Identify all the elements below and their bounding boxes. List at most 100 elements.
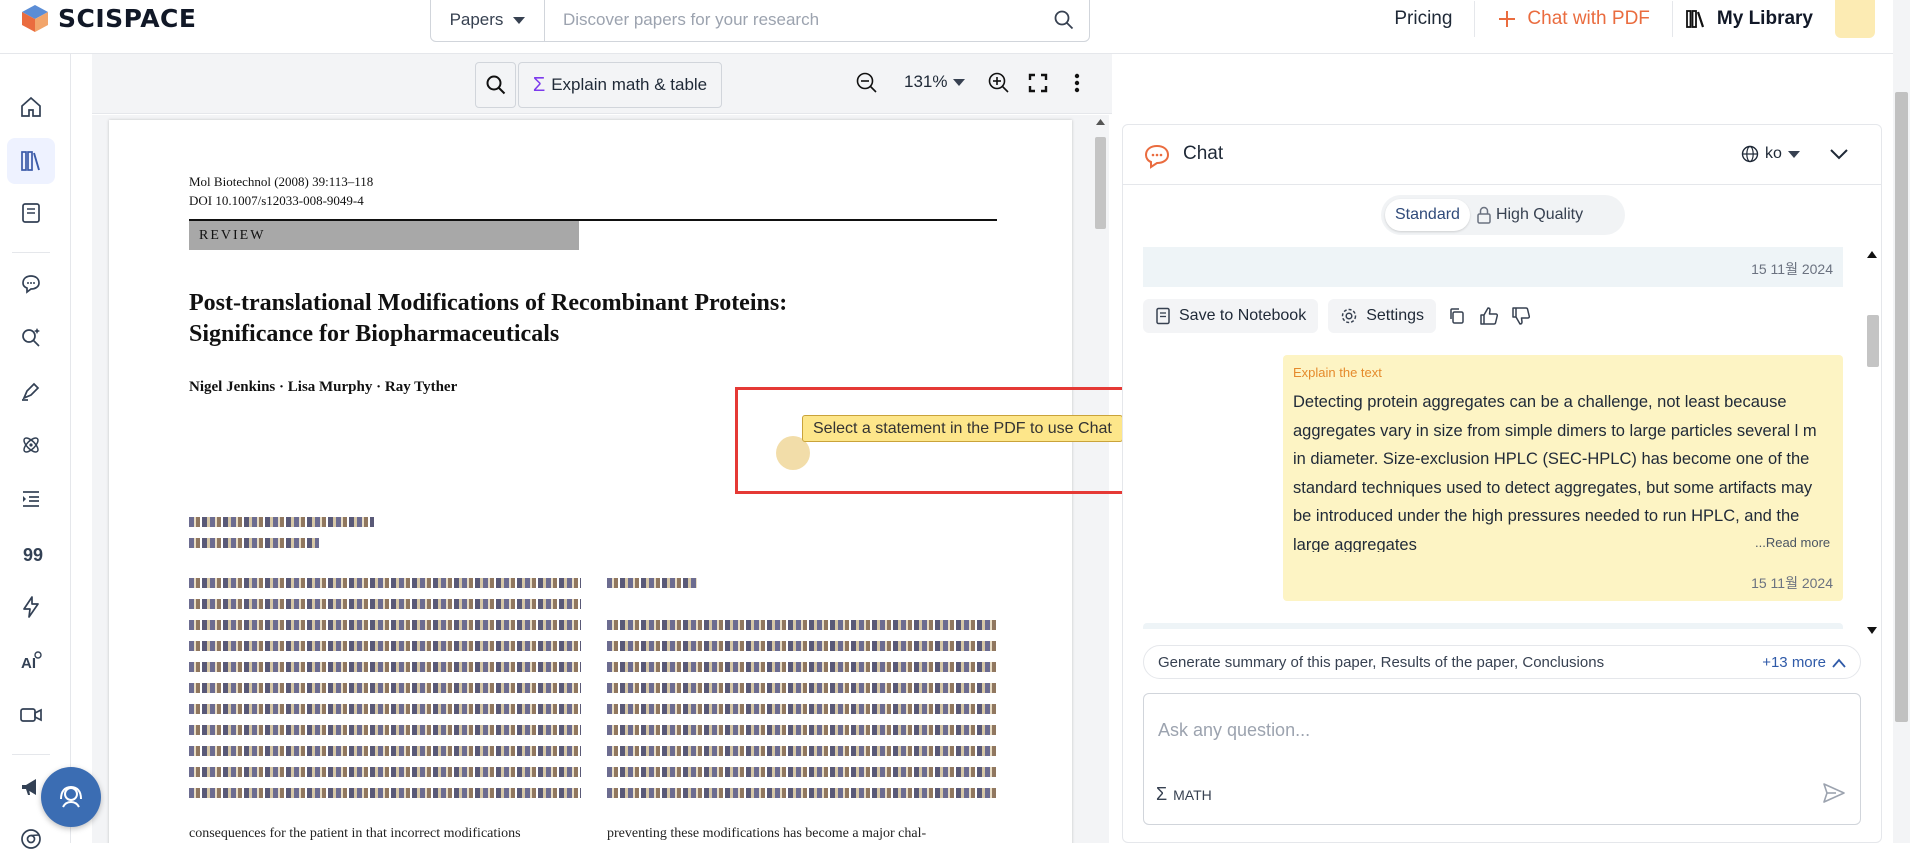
notebook-icon[interactable] <box>7 190 55 236</box>
save-to-notebook-label: Save to Notebook <box>1179 307 1307 324</box>
home-icon[interactable] <box>7 84 55 130</box>
library-icon[interactable] <box>7 138 55 184</box>
chat-scrollbar-thumb[interactable] <box>1867 315 1879 367</box>
quality-mode-toggle: Standard High Quality <box>1381 195 1625 235</box>
pricing-link[interactable]: Pricing <box>1372 8 1474 30</box>
fullscreen-icon[interactable] <box>1023 68 1053 98</box>
chat-icon[interactable] <box>7 260 55 306</box>
high-quality-label: High Quality <box>1495 206 1584 223</box>
user-avatar[interactable] <box>1835 0 1875 38</box>
list-indent-icon[interactable] <box>7 476 55 522</box>
math-label: MATH <box>1173 786 1212 803</box>
top-nav: Pricing Chat with PDF My Library <box>1372 0 1893 38</box>
pdf-scrollbar-thumb[interactable] <box>1095 137 1106 229</box>
top-bar: SCISPACE Papers Pricing Chat with PDF My… <box>0 0 1893 54</box>
explain-math-table-button[interactable]: Σ Explain math & table <box>518 62 722 108</box>
window-scrollbar[interactable] <box>1893 0 1910 843</box>
chat-with-pdf-label: Chat with PDF <box>1527 8 1650 29</box>
more-suggestions-button[interactable]: +13 more <box>1762 654 1846 671</box>
zoom-dropdown[interactable]: 131% <box>904 72 966 92</box>
search-icon <box>486 75 505 95</box>
svg-text:AI: AI <box>21 655 36 672</box>
read-more-link[interactable]: ...Read more <box>1749 535 1831 550</box>
paper-title: Post-translational Modifications of Reco… <box>189 290 788 347</box>
chat-with-pdf-link[interactable]: Chat with PDF <box>1475 8 1671 30</box>
more-suggestions-count: +13 more <box>1762 654 1826 671</box>
user-message-text: Detecting protein aggregates can be a ch… <box>1293 393 1817 552</box>
more-options-icon[interactable] <box>1062 68 1092 98</box>
chat-bubble-icon <box>1144 144 1170 169</box>
window-scrollbar-thumb[interactable] <box>1895 92 1908 722</box>
right-column-text: preventing these modifications has becom… <box>607 826 927 841</box>
ai-icon[interactable]: AI <box>7 638 55 684</box>
chevron-down-icon <box>513 16 526 24</box>
pdf-search-button[interactable] <box>475 62 516 108</box>
blurred-body-column <box>607 620 997 809</box>
globe-icon <box>1741 145 1759 163</box>
chevron-down-icon <box>953 78 966 86</box>
copy-icon[interactable] <box>1446 305 1468 327</box>
thumbs-down-icon[interactable] <box>1510 305 1532 327</box>
doi-line: DOI 10.1007/s12033-008-9049-4 <box>189 193 364 208</box>
library-icon <box>1686 10 1704 28</box>
send-icon[interactable] <box>1822 782 1846 804</box>
gear-icon <box>1341 308 1357 324</box>
pen-icon[interactable] <box>7 368 55 414</box>
logo-text: SCISPACE <box>58 3 197 33</box>
left-column-text: consequences for the patient in that inc… <box>189 826 521 841</box>
quote-icon[interactable]: 99 <box>7 530 55 576</box>
suggested-questions-text[interactable]: Generate summary of this paper, Results … <box>1144 654 1604 671</box>
chevron-up-icon <box>1832 658 1846 668</box>
previous-answer-message: 15 11월 2024 <box>1143 247 1843 287</box>
search-type-dropdown[interactable]: Papers <box>431 0 545 41</box>
math-mode-button[interactable]: Σ MATH <box>1156 784 1212 805</box>
user-message: Explain the text Detecting protein aggre… <box>1283 355 1843 601</box>
journal-citation: Mol Biotechnol (2008) 39:113–118 DOI 10.… <box>189 172 373 210</box>
my-library-link[interactable]: My Library <box>1673 8 1835 30</box>
chrome-icon[interactable] <box>7 816 55 862</box>
zoom-in-icon[interactable] <box>984 68 1014 98</box>
blurred-affiliation <box>189 517 374 559</box>
zoom-value: 131% <box>904 72 948 91</box>
chevron-down-icon <box>1787 150 1800 158</box>
sigma-icon: Σ <box>532 73 546 96</box>
search-input[interactable] <box>545 10 1039 30</box>
collapse-chevron-icon[interactable] <box>1828 143 1850 165</box>
language-selector[interactable]: ko <box>1741 145 1800 163</box>
settings-button[interactable]: Settings <box>1328 299 1437 333</box>
search-button[interactable] <box>1039 10 1089 30</box>
standard-mode-button[interactable]: Standard <box>1385 199 1470 231</box>
chat-hint-tooltip: Select a statement in the PDF to use Cha… <box>802 415 1123 442</box>
search-type-label: Papers <box>449 10 504 29</box>
support-assistant-button[interactable] <box>41 767 101 827</box>
message-timestamp: 15 11월 2024 <box>1751 261 1833 277</box>
scroll-up-icon[interactable] <box>1867 251 1877 258</box>
rail-divider <box>12 252 50 253</box>
scroll-up-icon[interactable] <box>1096 119 1105 125</box>
sigma-icon: Σ <box>1156 784 1168 804</box>
language-value: ko <box>1765 145 1782 162</box>
high-quality-mode-button[interactable]: High Quality <box>1476 206 1583 224</box>
journal-line: Mol Biotechnol (2008) 39:113–118 <box>189 174 374 189</box>
rail-divider <box>12 754 50 755</box>
svg-text:99: 99 <box>23 545 43 565</box>
scispace-logo[interactable]: SCISPACE <box>20 0 196 36</box>
chat-title: Chat <box>1183 143 1224 164</box>
video-icon[interactable] <box>7 692 55 738</box>
search-spark-icon[interactable] <box>7 314 55 360</box>
save-to-notebook-button[interactable]: Save to Notebook <box>1143 299 1319 333</box>
atom-icon[interactable] <box>7 422 55 468</box>
explain-math-table-label: Explain math & table <box>551 75 708 94</box>
lightning-icon[interactable] <box>7 584 55 630</box>
suggested-questions-bar[interactable]: Generate summary of this paper, Results … <box>1143 645 1861 679</box>
zoom-out-icon[interactable] <box>852 68 882 98</box>
paper-search-bar: Papers <box>430 0 1090 42</box>
lock-icon <box>1477 206 1491 224</box>
ask-question-input[interactable] <box>1144 694 1860 766</box>
next-message-edge <box>1143 623 1843 629</box>
assistant-icon <box>60 785 82 808</box>
scroll-down-icon[interactable] <box>1867 627 1877 634</box>
question-composer: Σ MATH <box>1143 693 1861 825</box>
thumbs-up-icon[interactable] <box>1478 305 1500 327</box>
chat-scrollbar[interactable] <box>1865 249 1879 637</box>
